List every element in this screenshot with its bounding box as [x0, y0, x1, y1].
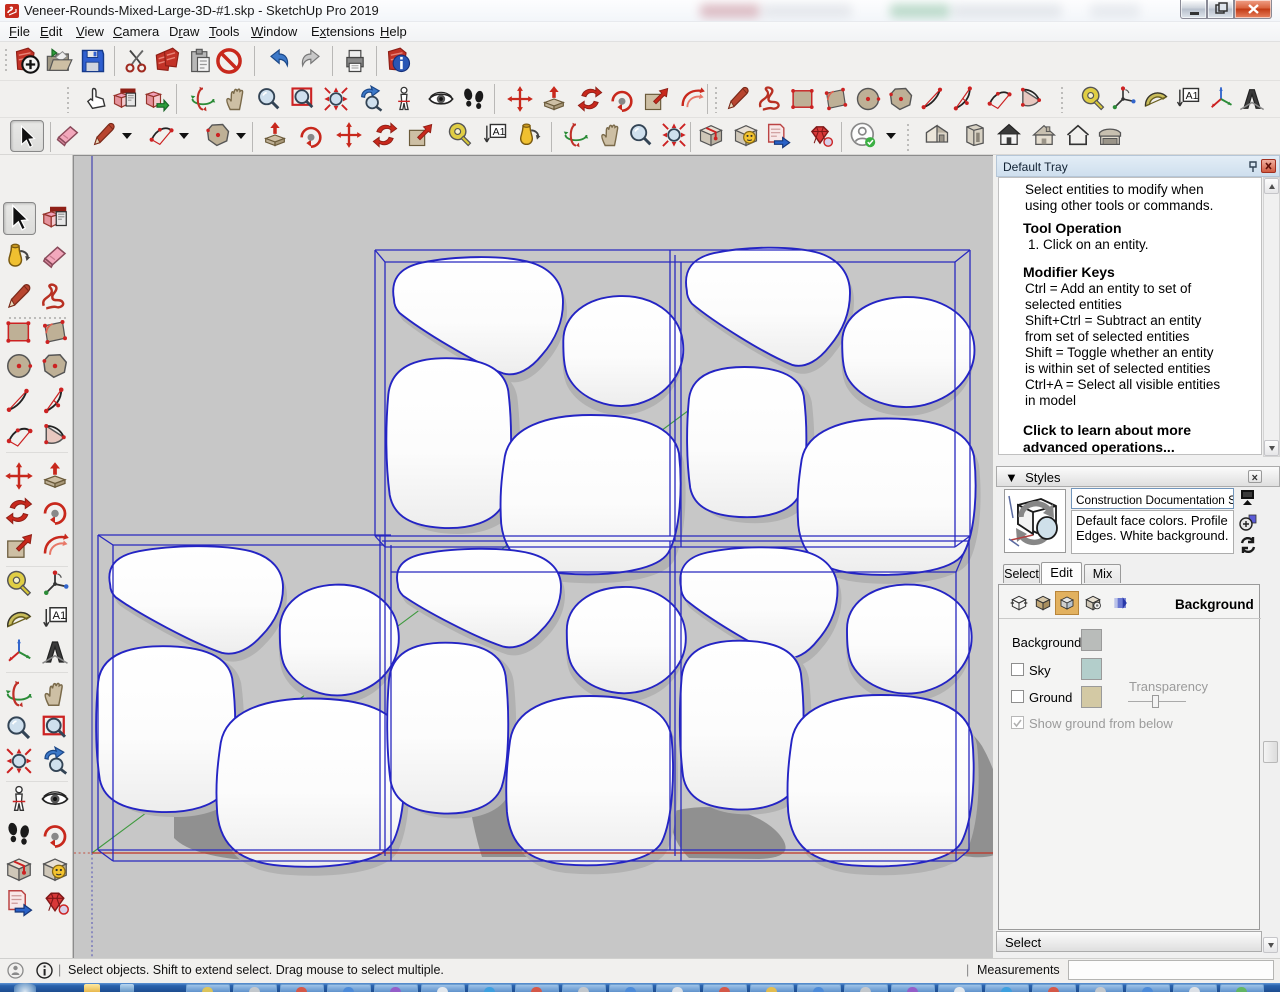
svg-text:A1: A1: [493, 126, 506, 138]
svg-text:A1: A1: [53, 610, 67, 622]
svg-text:A1: A1: [1186, 90, 1199, 102]
